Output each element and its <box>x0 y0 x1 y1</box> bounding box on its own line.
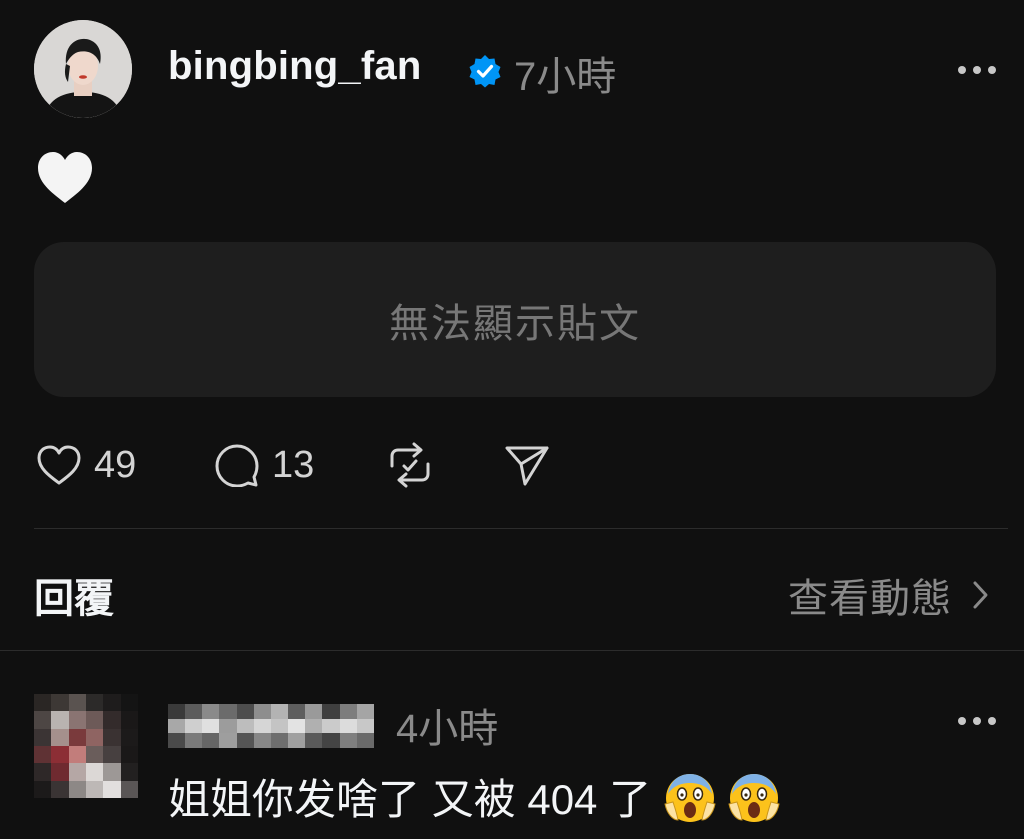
reply-username-pixelated[interactable] <box>168 704 374 748</box>
comment-button[interactable]: 13 <box>214 440 314 490</box>
reply-avatar-pixelated[interactable] <box>34 694 138 798</box>
avatar-portrait-icon <box>34 20 132 118</box>
comment-count: 13 <box>272 443 315 486</box>
verified-badge-icon <box>469 55 501 88</box>
reply-more-options-icon[interactable] <box>958 717 996 727</box>
unavailable-post-text: 無法顯示貼文 <box>389 301 641 346</box>
send-paper-plane-icon <box>505 446 549 486</box>
like-count: 49 <box>94 443 137 486</box>
white-heart-icon <box>38 152 92 203</box>
view-activity-link[interactable]: 查看動態 <box>788 566 992 624</box>
chevron-right-icon <box>973 581 988 609</box>
view-activity-label: 查看動態 <box>788 577 952 621</box>
repost-button[interactable] <box>386 440 434 490</box>
reply-timestamp: 4小時 <box>396 707 499 751</box>
scream-emoji-icon <box>728 773 780 822</box>
post-timestamp: 7小時 <box>514 55 617 99</box>
scream-emoji-icon <box>664 773 716 822</box>
post-divider <box>34 528 1008 529</box>
heart-outline-icon <box>37 445 81 485</box>
reply-text: 姐姐你发啥了 又被 404 了 <box>168 776 652 823</box>
author-username[interactable]: bingbing_fan <box>168 44 421 89</box>
comment-bubble-icon <box>215 444 259 487</box>
replies-heading: 回覆 <box>34 577 114 621</box>
share-button[interactable] <box>504 440 550 490</box>
repost-icon <box>390 442 430 488</box>
section-divider <box>0 650 1024 651</box>
author-avatar[interactable] <box>34 20 132 118</box>
reply-content: 姐姐你发啥了 又被 404 了 <box>168 766 781 827</box>
post-more-options-icon[interactable] <box>958 66 996 76</box>
unavailable-post-card: 無法顯示貼文 <box>34 242 996 397</box>
like-button[interactable]: 49 <box>36 440 136 490</box>
